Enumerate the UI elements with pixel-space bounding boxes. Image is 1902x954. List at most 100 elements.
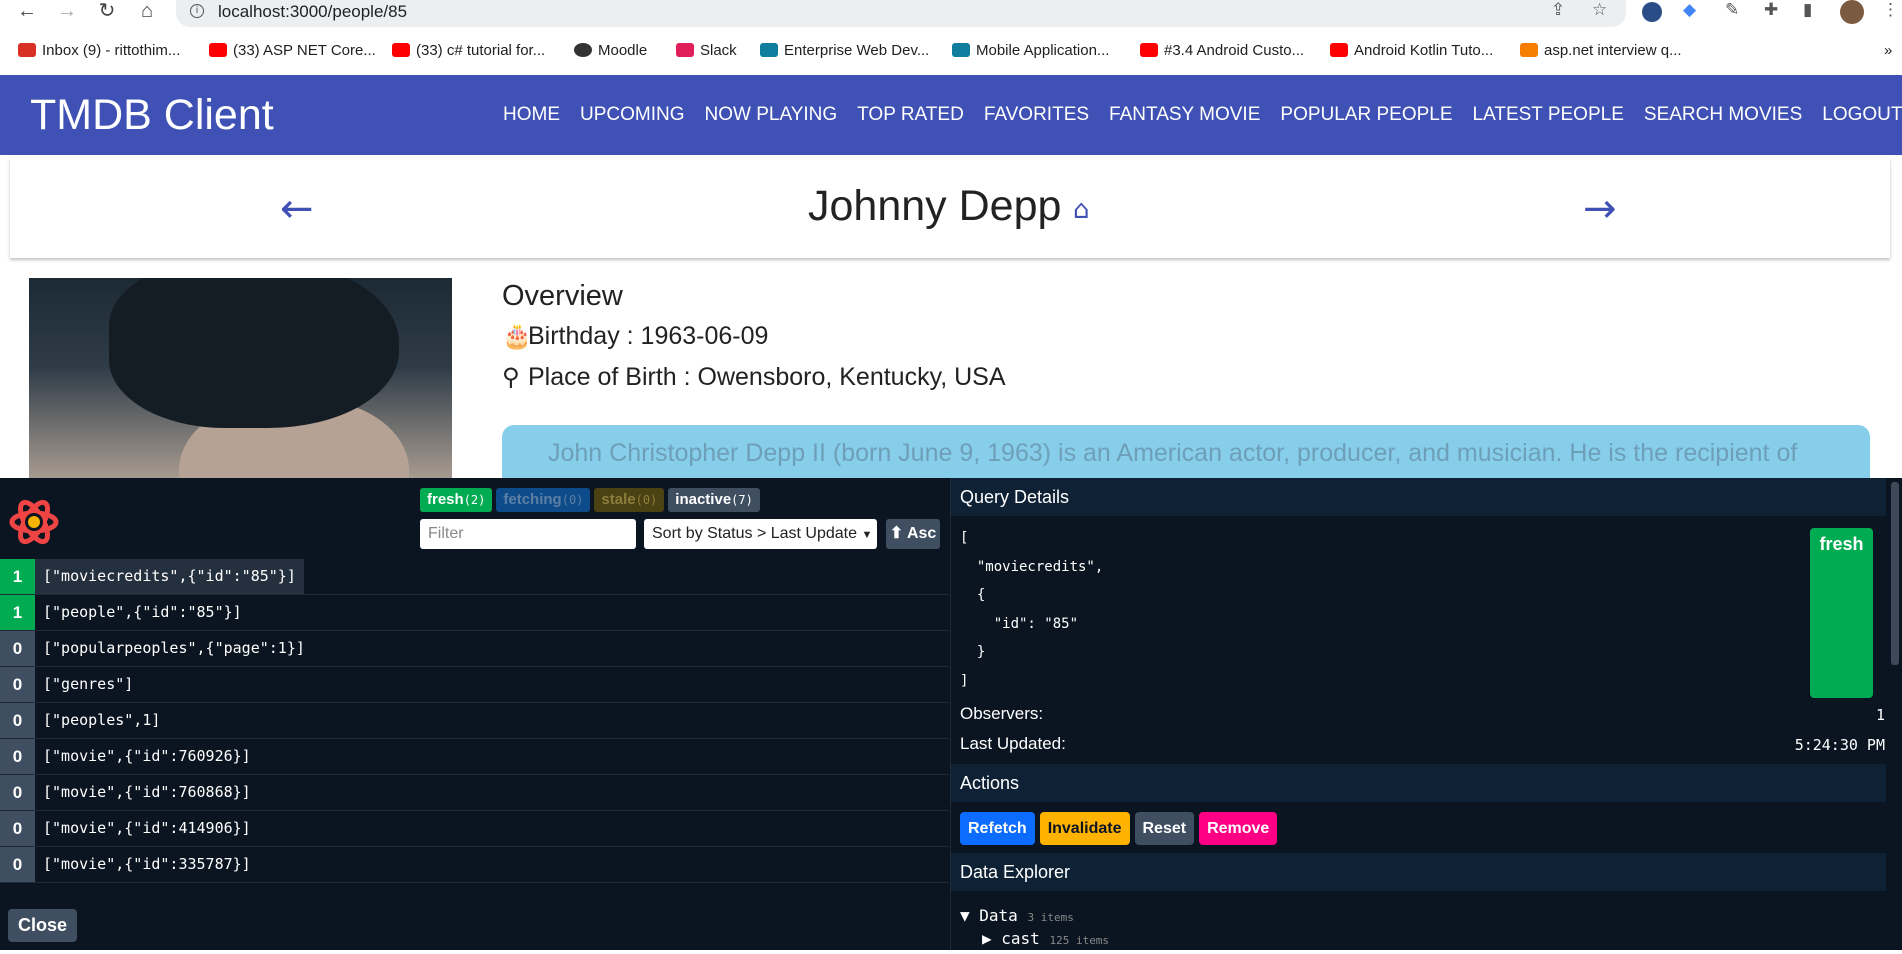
- observer-count: 0: [0, 775, 35, 810]
- observer-count: 0: [0, 847, 35, 882]
- query-row[interactable]: 0 ["movie",{"id":760868}]: [0, 775, 949, 811]
- bookmark-item[interactable]: Slack: [676, 42, 737, 59]
- bookmark-item[interactable]: Mobile Application...: [952, 42, 1109, 59]
- details-scrollbar[interactable]: [1888, 478, 1902, 950]
- birthplace-line: ⚲ Place of Birth : Owensboro, Kentucky, U…: [502, 363, 1006, 392]
- nav-fantasy-movie[interactable]: FANTASY MOVIE: [1109, 104, 1260, 126]
- menu-icon[interactable]: ⋮: [1882, 0, 1899, 24]
- observer-count: 0: [0, 631, 35, 666]
- query-key: ["people",{"id":"85"}]: [43, 603, 242, 621]
- observer-count: 1: [0, 559, 35, 594]
- star-icon[interactable]: ☆: [1592, 0, 1607, 24]
- query-key: ["popularpeoples",{"page":1}]: [43, 639, 305, 657]
- sidepanel-icon[interactable]: ▮: [1803, 0, 1812, 24]
- extension-diamond-icon[interactable]: ◆: [1683, 0, 1696, 24]
- caret-right-icon: ▶: [982, 929, 992, 948]
- share-icon[interactable]: ⇪: [1551, 0, 1565, 24]
- app-title[interactable]: TMDB Client: [30, 91, 274, 140]
- more-bookmarks-icon[interactable]: »: [1884, 42, 1892, 59]
- cake-icon: 🎂: [502, 322, 532, 350]
- bookmark-item[interactable]: Enterprise Web Dev...: [760, 42, 929, 59]
- person-header-card: ← Johnny Depp ⌂ →: [10, 158, 1890, 258]
- reload-icon[interactable]: ↻: [95, 0, 119, 24]
- nav-search-movies[interactable]: SEARCH MOVIES: [1644, 104, 1802, 126]
- extension-check-icon[interactable]: [1642, 2, 1662, 22]
- blogger-icon: [1520, 43, 1538, 57]
- observer-count: 1: [0, 595, 35, 630]
- forward-icon[interactable]: →: [55, 0, 79, 24]
- query-row[interactable]: 0 ["movie",{"id":760926}]: [0, 739, 949, 775]
- query-row[interactable]: 0 ["popularpeoples",{"page":1}]: [0, 631, 949, 667]
- nav-logout[interactable]: LOGOUT: [1822, 104, 1902, 126]
- actions-bar: Refetch Invalidate Reset Remove: [960, 812, 1278, 845]
- home-icon[interactable]: ⌂: [1073, 195, 1090, 225]
- badge-stale[interactable]: stale(0): [594, 488, 665, 512]
- observer-count: 0: [0, 811, 35, 846]
- caret-down-icon: ▼: [960, 906, 970, 925]
- scrollbar-thumb[interactable]: [1891, 482, 1899, 665]
- bookmarks-bar: Inbox (9) - rittothim... (33) ASP NET Co…: [0, 38, 1902, 66]
- query-key: ["movie",{"id":414906}]: [43, 819, 251, 837]
- badge-inactive[interactable]: inactive(7): [668, 488, 760, 512]
- bookmark-item[interactable]: Android Kotlin Tuto...: [1330, 42, 1493, 59]
- back-icon[interactable]: ←: [15, 0, 39, 24]
- puzzle-icon[interactable]: ✚: [1764, 0, 1778, 24]
- badge-fresh[interactable]: fresh(2): [420, 488, 493, 512]
- remove-button[interactable]: Remove: [1199, 812, 1278, 845]
- query-row[interactable]: 1 ["moviecredits",{"id":"85"}]: [0, 559, 949, 595]
- home-icon[interactable]: ⌂: [135, 0, 159, 24]
- query-row[interactable]: 1 ["people",{"id":"85"}]: [0, 595, 949, 631]
- query-list: 1 ["moviecredits",{"id":"85"}] 1 ["people"…: [0, 559, 949, 883]
- status-badges: fresh(2) fetching(0) stale(0) inactive(7…: [420, 488, 760, 512]
- query-row[interactable]: 0 ["peoples",1]: [0, 703, 949, 739]
- refetch-button[interactable]: Refetch: [960, 812, 1035, 845]
- query-row[interactable]: 0 ["genres"]: [0, 667, 949, 703]
- query-row[interactable]: 0 ["movie",{"id":414906}]: [0, 811, 949, 847]
- observers-label: Observers:: [960, 704, 1044, 723]
- address-bar[interactable]: i localhost:3000/people/85 ⇪ ☆: [176, 0, 1626, 27]
- birthday-text: Birthday : 1963-06-09: [528, 322, 769, 350]
- prev-arrow-icon[interactable]: ←: [280, 186, 314, 232]
- nav-favorites[interactable]: FAVORITES: [984, 104, 1089, 126]
- nav-latest-people[interactable]: LATEST PEOPLE: [1473, 104, 1624, 126]
- close-devtools-button[interactable]: Close: [8, 909, 77, 942]
- bookmark-item[interactable]: (33) c# tutorial for...: [392, 42, 545, 59]
- location-pin-icon: ⚲: [502, 363, 520, 391]
- bookmark-item[interactable]: Moodle: [574, 42, 647, 59]
- site-icon: [952, 43, 970, 57]
- sort-select[interactable]: Sort by Status > Last Update ▼: [644, 519, 877, 549]
- biography-box: John Christopher Depp II (born June 9, 1…: [502, 425, 1870, 485]
- person-photo: [29, 278, 452, 478]
- query-key: ["movie",{"id":760868}]: [43, 783, 251, 801]
- query-row[interactable]: 0 ["movie",{"id":335787}]: [0, 847, 949, 883]
- nav-popular-people[interactable]: POPULAR PEOPLE: [1280, 104, 1452, 126]
- react-query-logo-icon[interactable]: [8, 496, 60, 548]
- bookmark-item[interactable]: (33) ASP NET Core...: [209, 42, 376, 59]
- site-info-icon[interactable]: i: [190, 4, 204, 18]
- bookmark-item[interactable]: #3.4 Android Custo...: [1140, 42, 1304, 59]
- youtube-icon: [1140, 43, 1158, 57]
- status-fresh-indicator: fresh: [1810, 528, 1873, 698]
- nav-now-playing[interactable]: NOW PLAYING: [705, 104, 838, 126]
- last-updated-value: 5:24:30 PM: [1794, 736, 1885, 754]
- bookmark-item[interactable]: Inbox (9) - rittothim...: [18, 42, 180, 59]
- nav-home[interactable]: HOME: [503, 104, 560, 126]
- extension-pen-icon[interactable]: ✎: [1725, 0, 1739, 24]
- bookmark-item[interactable]: asp.net interview q...: [1520, 42, 1682, 59]
- birthplace-text: Place of Birth : Owensboro, Kentucky, US…: [528, 363, 1006, 391]
- query-details-pane: Query Details [ "moviecredits", { "id": …: [950, 478, 1902, 950]
- slack-icon: [676, 43, 694, 57]
- invalidate-button[interactable]: Invalidate: [1039, 812, 1130, 845]
- profile-avatar[interactable]: [1840, 0, 1864, 24]
- birthday-line: 🎂Birthday : 1963-06-09: [502, 322, 768, 351]
- badge-fetching[interactable]: fetching(0): [496, 488, 591, 512]
- nav-upcoming[interactable]: UPCOMING: [580, 104, 685, 126]
- nav-top-rated[interactable]: TOP RATED: [857, 104, 964, 126]
- reset-button[interactable]: Reset: [1134, 812, 1195, 845]
- filter-input[interactable]: Filter: [420, 519, 636, 549]
- query-key: ["movie",{"id":335787}]: [43, 855, 251, 873]
- query-key-code: [ "moviecredits", { "id": "85" } ]: [960, 530, 1104, 689]
- next-arrow-icon[interactable]: →: [1583, 186, 1617, 232]
- sort-direction-button[interactable]: ⬆ Asc: [886, 519, 940, 549]
- observers-value: 1: [1875, 706, 1885, 724]
